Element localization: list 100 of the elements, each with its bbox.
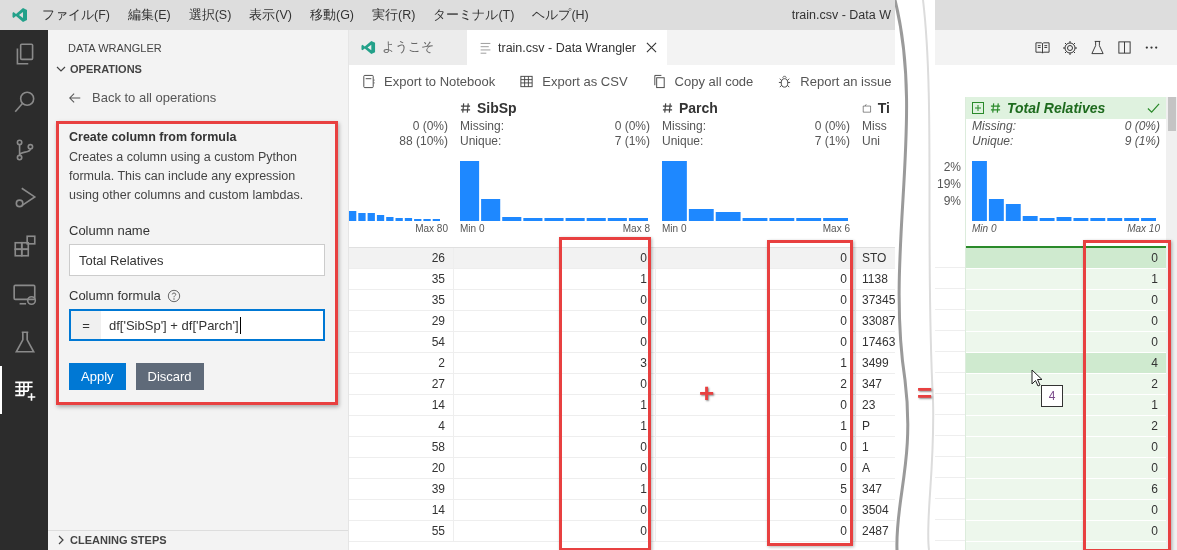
table-cell-text: 0 [840, 461, 848, 475]
formula-field[interactable]: = df['SibSp'] + df['Parch'] [69, 309, 325, 341]
table-row[interactable]: 20 0 0 A [349, 458, 895, 479]
chevron-icon [56, 535, 66, 545]
table-cell: 14 [349, 395, 454, 415]
table-row[interactable]: 0 [966, 248, 1166, 269]
toolbar-button[interactable]: Export to Notebook [361, 73, 496, 89]
section-header[interactable]: CLEANING STEPS [48, 530, 348, 550]
settings-icon[interactable] [1062, 39, 1078, 56]
table-cell: 39 [349, 479, 454, 499]
table-cell-text: 37345 [861, 292, 895, 309]
column-name-field[interactable]: Total Relatives [69, 244, 325, 276]
table-cell-text: 0 [840, 293, 848, 307]
apply-button[interactable]: Apply [69, 363, 126, 390]
close-icon[interactable] [646, 42, 657, 53]
toolbar-button[interactable]: Export as CSV [519, 73, 628, 89]
table-cell: 2 [349, 353, 454, 373]
stat-value: 9% [943, 192, 961, 210]
table-row[interactable]: 39 1 5 347 [349, 479, 895, 500]
table-row[interactable]: 35 0 0 37345 [349, 290, 895, 311]
stat-label: Missing: [460, 119, 504, 134]
menu-item[interactable]: ファイル(F) [42, 6, 110, 24]
table-cell: 0 [1151, 503, 1158, 517]
flask-icon[interactable] [1090, 40, 1105, 55]
column-header[interactable]: Parch [679, 100, 718, 116]
table-cell: 54 [349, 332, 454, 352]
table-cell-text: 347 [861, 481, 884, 498]
min-label: Min 0 [460, 223, 485, 234]
discard-button[interactable]: Discard [135, 363, 204, 390]
menu-item[interactable]: 選択(S) [188, 6, 232, 24]
stat-value: 9 (1%) [1124, 134, 1160, 149]
menu-item[interactable]: 移動(G) [310, 6, 355, 24]
table-cell: 0 [1151, 335, 1158, 349]
table-row[interactable]: 55 0 0 2487 [349, 521, 895, 542]
cursor-icon [1031, 369, 1043, 387]
table-cell-text: 1 [861, 439, 870, 456]
expand-icon[interactable] [972, 102, 984, 114]
column-header[interactable]: Ti [877, 100, 890, 116]
table-cell-text: 3504 [861, 502, 890, 519]
table-cell: 1 [1151, 398, 1158, 412]
stat-value: 7 (1%) [814, 134, 850, 149]
table-cell: 55 [349, 521, 454, 541]
table-row[interactable]: 35 1 0 1138 [349, 269, 895, 290]
table-row[interactable]: 26 0 0 STO [349, 248, 895, 269]
split-editor-icon[interactable] [1117, 40, 1132, 55]
table-cell-text: 23 [861, 397, 877, 414]
table-row[interactable]: 4 [966, 353, 1166, 374]
table-cell-text: 0 [840, 524, 848, 538]
field-label: Column formula [69, 288, 161, 303]
copy-icon [651, 73, 667, 89]
table-cell: 0 [1151, 251, 1158, 265]
section-header[interactable]: OPERATIONS [48, 58, 348, 80]
menu-item[interactable]: 表示(V) [249, 6, 292, 24]
table-icon [519, 73, 535, 89]
stat-value: 7 (1%) [614, 134, 650, 149]
table-row[interactable]: 54 0 0 17463 [349, 332, 895, 353]
column-header[interactable]: SibSp [477, 100, 517, 116]
help-icon[interactable] [166, 288, 181, 303]
stat-label: Uni [862, 134, 880, 149]
hash-icon [990, 102, 1001, 114]
table-cell: 35 [349, 269, 454, 289]
table-row[interactable]: 14 0 0 3504 [349, 500, 895, 521]
chevron-icon [56, 64, 66, 74]
stat-label: Miss [862, 119, 887, 134]
editor-tab[interactable]: train.csv - Data Wrangler [467, 30, 667, 65]
table-row[interactable]: 58 0 0 1 [349, 437, 895, 458]
table-row[interactable]: 4 1 1 P [349, 416, 895, 437]
stat-label: Missing: [662, 119, 706, 134]
operation-title: Create column from formula [69, 130, 238, 144]
menu-item[interactable]: ヘルプ(H) [532, 6, 589, 24]
table-cell-text: 0 [640, 503, 648, 517]
table-row[interactable]: 2 3 1 3499 [349, 353, 895, 374]
table-cell-text: 0 [640, 461, 648, 475]
editor-tab[interactable]: ようこそ [349, 30, 467, 65]
stat-value: 2% [943, 158, 961, 176]
table-cell-text: 0 [840, 503, 848, 517]
table-cell-text: 1138 [861, 271, 889, 288]
table-cell-text: 17463 [861, 334, 895, 351]
table-cell: 0 [1151, 524, 1158, 538]
table-cell-text: 5 [840, 482, 848, 496]
table-cell-text: 1 [840, 419, 848, 433]
table-cell: 20 [349, 458, 454, 478]
equals-sign: = [917, 380, 933, 406]
menu-item[interactable]: 実行(R) [372, 6, 416, 24]
menu-item[interactable]: 編集(E) [127, 6, 171, 24]
menu-item[interactable]: ターミナル(T) [433, 6, 515, 24]
table-cell-text: 0 [840, 314, 848, 328]
table-cell: 27 [349, 374, 454, 394]
toolbar-button[interactable]: Report an issue [777, 73, 892, 89]
table-cell-text: A [861, 460, 871, 477]
book-icon[interactable] [1035, 40, 1050, 55]
back-link[interactable]: Back to all operations [48, 80, 348, 115]
table-cell: 4 [349, 416, 454, 436]
stat-label: Missing: [972, 119, 1016, 134]
stat-label: Unique: [662, 134, 704, 149]
min-label: Min 0 [662, 223, 687, 234]
scrollbar-thumb[interactable] [1168, 97, 1176, 131]
table-cell-text: 0 [640, 377, 648, 391]
table-row[interactable]: 29 0 0 33087 [349, 311, 895, 332]
toolbar-button[interactable]: Copy all code [651, 73, 754, 89]
